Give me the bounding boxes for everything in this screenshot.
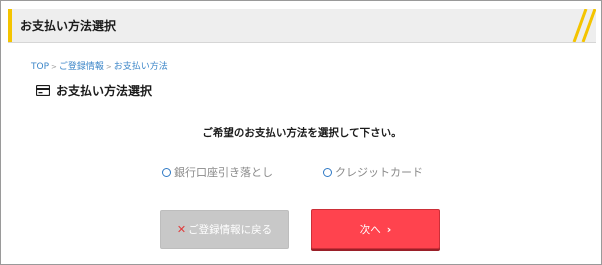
payment-options: 銀行口座引き落とし クレジットカード	[1, 164, 602, 180]
credit-card-icon	[36, 85, 50, 96]
page-header: お支払い方法選択	[8, 9, 596, 43]
payment-option-bank-label: 銀行口座引き落とし	[174, 166, 273, 179]
breadcrumb-registration-link[interactable]: ご登録情報	[59, 62, 104, 72]
payment-option-credit-card[interactable]: クレジットカード	[323, 164, 423, 180]
header-stripes-decoration	[572, 9, 596, 42]
radio-credit-card[interactable]	[323, 167, 332, 177]
section-title-label: お支払い方法選択	[56, 84, 153, 98]
header-accent-bar	[8, 9, 12, 42]
back-button-label: ご登録情報に戻る	[188, 224, 273, 236]
payment-option-credit-card-label: クレジットカード	[335, 166, 423, 179]
x-icon: ✕	[176, 223, 187, 236]
breadcrumb-current: お支払い方法	[113, 62, 168, 72]
breadcrumb-separator: >	[105, 63, 112, 71]
section-title: お支払い方法選択	[36, 82, 152, 99]
page-frame: お支払い方法選択 TOP > ご登録情報 > お支払い方法 お支払い方法選択 ご希望のお…	[0, 0, 602, 265]
breadcrumb-separator: >	[51, 63, 57, 71]
breadcrumb: TOP > ご登録情報 > お支払い方法	[31, 59, 168, 72]
header-title: お支払い方法選択	[20, 19, 117, 33]
payment-option-bank[interactable]: 銀行口座引き落とし	[162, 164, 273, 180]
chevron-right-icon: ›	[386, 222, 392, 236]
next-button[interactable]: 次へ ›	[311, 209, 440, 249]
back-button[interactable]: ✕ ご登録情報に戻る	[160, 210, 289, 249]
instruction-text: ご希望のお支払い方法を選択して下さい。	[202, 127, 402, 139]
radio-bank-transfer[interactable]	[162, 167, 171, 177]
next-button-label: 次へ	[359, 223, 381, 236]
breadcrumb-top-link[interactable]: TOP	[31, 62, 49, 72]
